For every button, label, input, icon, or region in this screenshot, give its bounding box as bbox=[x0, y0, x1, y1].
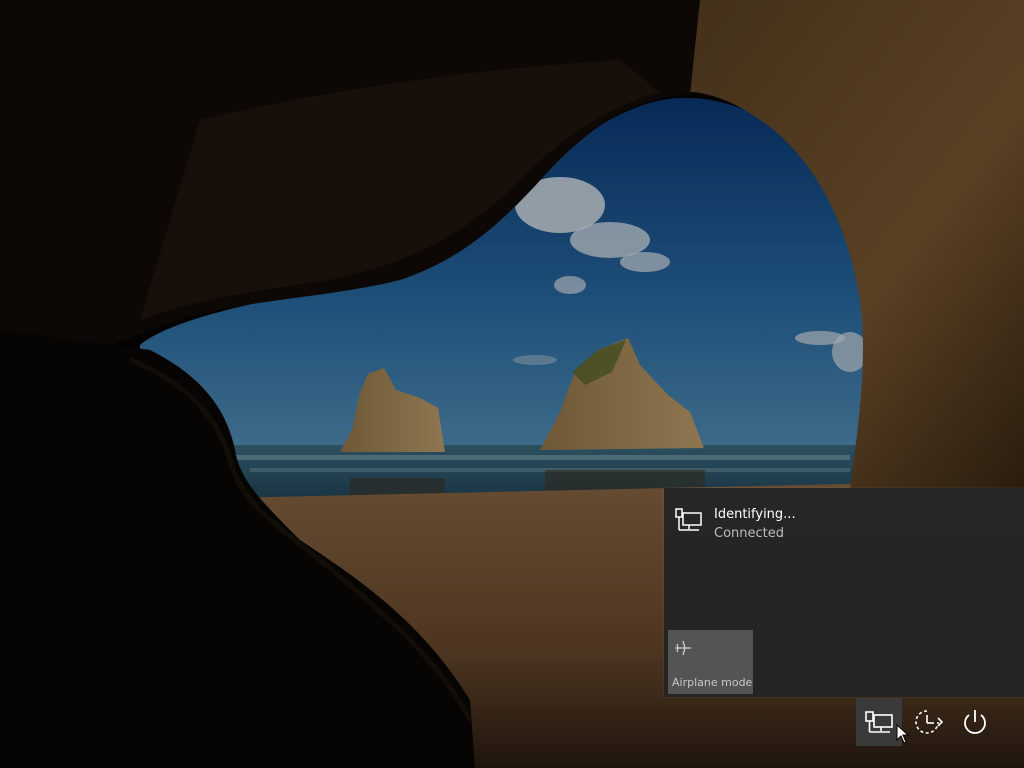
network-name: Identifying... bbox=[714, 507, 796, 522]
airplane-mode-button[interactable]: Airplane mode bbox=[668, 630, 753, 694]
airplane-icon bbox=[675, 640, 691, 656]
network-status: Connected bbox=[714, 526, 785, 541]
power-icon bbox=[964, 710, 986, 734]
airplane-mode-label: Airplane mode bbox=[672, 676, 753, 689]
wired-network-icon bbox=[675, 508, 702, 531]
network-connection-item[interactable]: Identifying... Connected bbox=[664, 488, 1024, 552]
lock-screen: Identifying... Connected Airplane mode bbox=[0, 0, 1024, 768]
network-flyout: Identifying... Connected Airplane mode bbox=[664, 488, 1024, 697]
network-icon bbox=[865, 711, 893, 733]
power-button[interactable] bbox=[952, 698, 998, 746]
ease-of-access-icon bbox=[915, 710, 944, 734]
ease-of-access-button[interactable] bbox=[904, 698, 950, 746]
mouse-pointer-icon bbox=[896, 724, 910, 744]
